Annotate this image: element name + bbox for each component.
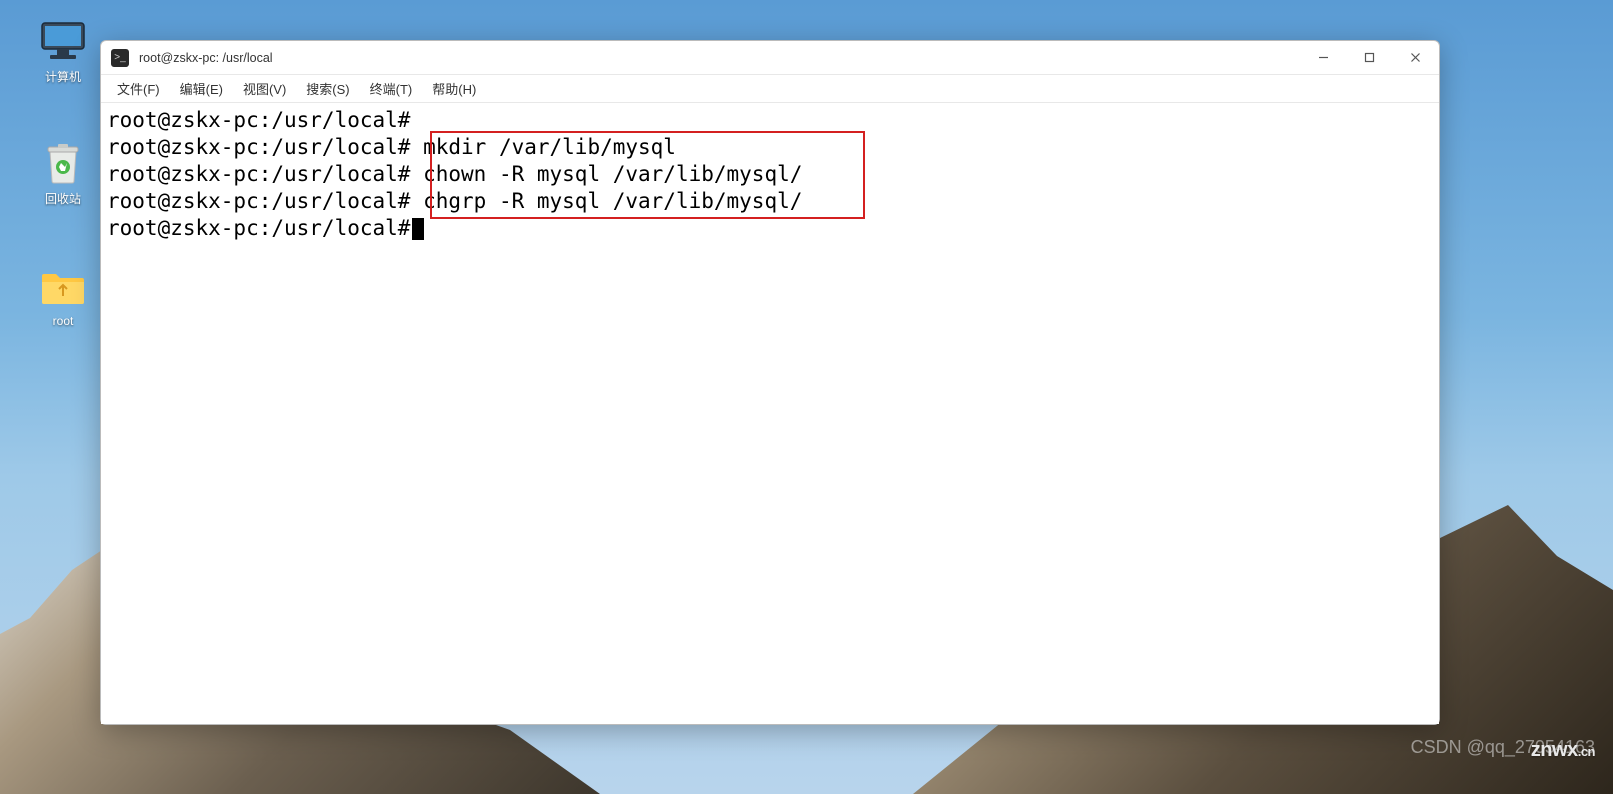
menu-search[interactable]: 搜索(S) [296, 75, 359, 102]
terminal-line: root@zskx-pc:/usr/local# chown -R mysql … [107, 161, 1433, 188]
cursor-icon [412, 218, 424, 240]
menu-help[interactable]: 帮助(H) [422, 75, 486, 102]
terminal-line: root@zskx-pc:/usr/local# mkdir /var/lib/… [107, 134, 1433, 161]
terminal-line: root@zskx-pc:/usr/local# chgrp -R mysql … [107, 188, 1433, 215]
menubar: 文件(F) 编辑(E) 视图(V) 搜索(S) 终端(T) 帮助(H) [101, 75, 1439, 103]
desktop-icon-label: 计算机 [26, 68, 100, 85]
titlebar[interactable]: >_ root@zskx-pc: /usr/local [101, 41, 1439, 75]
watermark-znwx: znwx.cn [1531, 739, 1595, 762]
terminal-line: root@zskx-pc:/usr/local# [107, 107, 1433, 134]
terminal-app-icon: >_ [111, 49, 129, 67]
desktop-icon-label: root [26, 314, 100, 328]
menu-file[interactable]: 文件(F) [107, 75, 170, 102]
menu-view[interactable]: 视图(V) [233, 75, 296, 102]
terminal-line: root@zskx-pc:/usr/local# [107, 215, 1433, 242]
window-title: root@zskx-pc: /usr/local [139, 51, 1309, 65]
maximize-button[interactable] [1355, 44, 1383, 72]
desktop-icon-root-folder[interactable]: root [26, 266, 100, 328]
window-controls [1309, 44, 1429, 72]
trash-icon [39, 142, 87, 184]
desktop-icon-trash[interactable]: 回收站 [26, 142, 100, 207]
desktop-icon-label: 回收站 [26, 190, 100, 207]
terminal-body[interactable]: root@zskx-pc:/usr/local# root@zskx-pc:/u… [101, 103, 1439, 724]
menu-edit[interactable]: 编辑(E) [170, 75, 233, 102]
monitor-icon [39, 20, 87, 62]
desktop-icon-computer[interactable]: 计算机 [26, 20, 100, 85]
minimize-button[interactable] [1309, 44, 1337, 72]
menu-terminal[interactable]: 终端(T) [360, 75, 423, 102]
close-button[interactable] [1401, 44, 1429, 72]
folder-icon [39, 266, 87, 308]
terminal-window: >_ root@zskx-pc: /usr/local 文件(F) 编辑(E) … [100, 40, 1440, 725]
